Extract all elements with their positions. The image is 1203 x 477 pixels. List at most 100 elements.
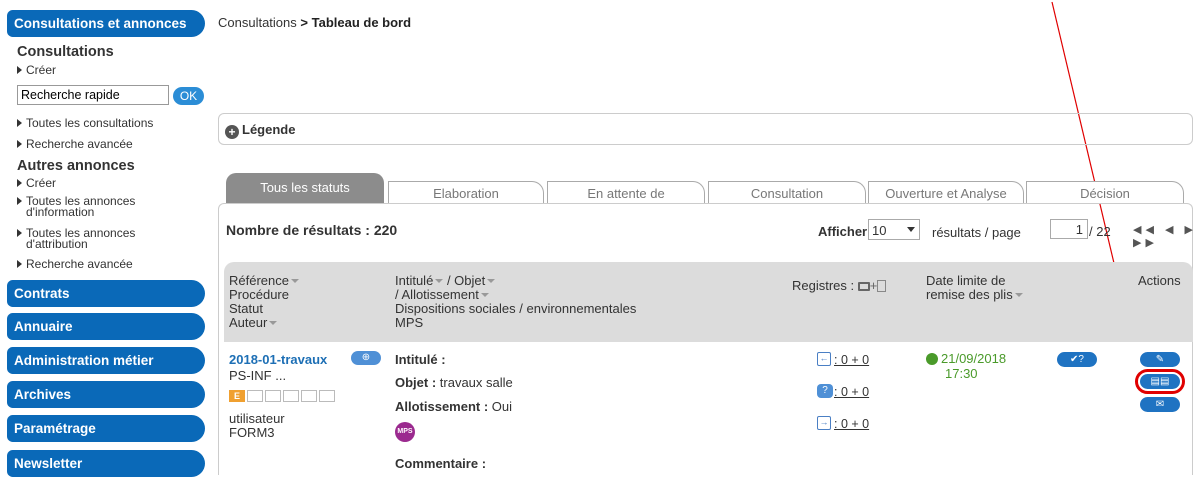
header-registres: Registres : +	[792, 278, 887, 293]
header-mps: MPS	[395, 315, 424, 330]
header-reference-col: Référence Procédure Statut Auteur	[229, 274, 299, 330]
mps-badge: MPS	[395, 422, 415, 442]
link-creer-annonce[interactable]: Créer	[17, 177, 56, 189]
triangle-icon	[17, 179, 22, 187]
plus-icon: +	[225, 125, 239, 139]
link-recherche-avancee-consultations[interactable]: Recherche avancée	[17, 138, 133, 150]
details-book-icon[interactable]: ▤▤	[1135, 369, 1185, 394]
legend-bar[interactable]: + Légende	[218, 113, 1193, 145]
header-actions: Actions	[1138, 273, 1181, 288]
consultations-heading: Consultations	[17, 44, 114, 60]
quick-search-input[interactable]: Recherche rapide	[17, 85, 169, 105]
tab-tous-statuts[interactable]: Tous les statuts	[226, 173, 384, 204]
per-page-label: Afficher	[818, 224, 868, 239]
triangle-icon	[17, 66, 22, 74]
row-auteur: utilisateur FORM3	[229, 411, 285, 440]
results-count: Nombre de résultats : 220	[226, 222, 398, 238]
last-page-icon[interactable]: ▶▶	[1133, 237, 1158, 249]
status-step	[319, 390, 335, 402]
header-allotissement[interactable]: / Allotissement	[395, 287, 479, 302]
quick-search-ok-button[interactable]: OK	[173, 87, 204, 105]
tab-decision[interactable]: Décision	[1026, 181, 1184, 204]
breadcrumb-parent[interactable]: Consultations	[218, 15, 297, 30]
autres-annonces-heading: Autres annonces	[17, 158, 135, 174]
sort-icon[interactable]	[487, 279, 496, 283]
tab-elaboration[interactable]: Elaboration	[388, 181, 544, 204]
header-objet[interactable]: / Objet	[447, 273, 485, 288]
sort-icon[interactable]	[290, 279, 299, 283]
link-annonces-attribution[interactable]: Toutes les annonces d'attribution	[17, 227, 135, 250]
mail-icon[interactable]: ✉	[1140, 397, 1180, 412]
row-date-limite: 21/09/2018 17:30	[941, 351, 1007, 381]
next-page-icon[interactable]: ▶	[1185, 224, 1197, 236]
row-objet: Objet : travaux salle	[395, 375, 513, 390]
breadcrumb-current: Tableau de bord	[311, 15, 412, 30]
status-step	[301, 390, 317, 402]
per-page-suffix: résultats / page	[932, 225, 1021, 240]
per-page-select[interactable]: 10	[868, 219, 920, 240]
menu-archives[interactable]: Archives	[7, 381, 205, 408]
legend-label: Légende	[242, 122, 296, 137]
header-reference[interactable]: Référence	[229, 273, 289, 288]
row-allotissement: Allotissement : Oui	[395, 399, 513, 414]
header-date-limite-sort[interactable]: remise des plis	[926, 287, 1013, 302]
header-statut: Statut	[229, 301, 263, 316]
triangle-icon	[17, 260, 22, 268]
link-recherche-avancee-annonces[interactable]: Recherche avancée	[17, 258, 133, 270]
edit-icon[interactable]: ✎	[1140, 352, 1180, 367]
sidebar: Consultations et annonces Consultations …	[0, 0, 210, 477]
triangle-icon	[17, 229, 22, 237]
sort-icon[interactable]	[480, 293, 489, 297]
triangle-icon	[17, 140, 22, 148]
row-commentaire-label: Commentaire :	[395, 456, 487, 471]
row-reference[interactable]: 2018-01-travaux	[229, 352, 327, 367]
clock-icon	[926, 353, 938, 365]
menu-consultations-annonces[interactable]: Consultations et annonces	[7, 10, 205, 37]
menu-parametrage[interactable]: Paramétrage	[7, 415, 205, 442]
zoom-details-icon[interactable]: ⊕	[351, 351, 381, 365]
sort-icon[interactable]	[1014, 293, 1023, 297]
row-procedure: PS-INF ...	[229, 368, 287, 383]
link-toutes-consultations[interactable]: Toutes les consultations	[17, 117, 153, 129]
header-dispositions: Dispositions sociales / environnementale…	[395, 301, 637, 316]
plus-icon: +	[869, 278, 878, 293]
triangle-icon	[17, 197, 22, 205]
registre-retrait-link[interactable]: : 0 + 0	[834, 417, 869, 431]
computer-icon	[857, 282, 870, 291]
link-annonces-information[interactable]: Toutes les annonces d'information	[17, 195, 135, 218]
header-auteur[interactable]: Auteur	[229, 315, 267, 330]
registre-depot-link[interactable]: : 0 + 0	[834, 353, 869, 367]
breadcrumb: Consultations > Tableau de bord	[218, 15, 411, 30]
row-intitule-label: Intitulé :	[395, 352, 446, 367]
total-pages: / 22	[1089, 224, 1111, 239]
triangle-icon	[17, 119, 22, 127]
first-page-icon[interactable]: ◀◀	[1133, 224, 1158, 236]
menu-administration-metier[interactable]: Administration métier	[7, 347, 205, 374]
header-intitule-col: Intitulé / Objet / Allotissement Disposi…	[395, 274, 636, 330]
status-badge: E	[229, 390, 245, 402]
menu-contrats[interactable]: Contrats	[7, 280, 205, 307]
table-header	[224, 262, 1193, 342]
menu-newsletter[interactable]: Newsletter	[7, 450, 205, 477]
status-step	[283, 390, 299, 402]
tab-consultation[interactable]: Consultation	[708, 181, 866, 204]
prev-page-icon[interactable]: ◀	[1165, 224, 1177, 236]
sort-icon[interactable]	[435, 279, 444, 283]
menu-annuaire[interactable]: Annuaire	[7, 313, 205, 340]
tab-en-attente[interactable]: En attente de	[547, 181, 705, 204]
page-number-input[interactable]: 1	[1050, 219, 1088, 239]
status-step	[247, 390, 263, 402]
header-intitule[interactable]: Intitulé	[395, 273, 433, 288]
chevron-down-icon	[907, 227, 915, 232]
breadcrumb-separator: >	[296, 15, 312, 30]
tab-ouverture-analyse[interactable]: Ouverture et Analyse	[868, 181, 1024, 204]
registre-retrait-icon: →	[817, 416, 831, 430]
header-date-limite: Date limite de remise des plis	[926, 274, 1023, 302]
status-step	[265, 390, 281, 402]
sort-icon[interactable]	[269, 321, 278, 325]
pagination-controls: ◀◀ ◀ ▶ ▶▶	[1133, 223, 1203, 249]
header-procedure: Procédure	[229, 287, 289, 302]
link-creer-consultation[interactable]: Créer	[17, 64, 56, 76]
validate-status-button[interactable]: ✔?	[1057, 352, 1097, 367]
registre-questions-link[interactable]: : 0 + 0	[834, 385, 869, 399]
